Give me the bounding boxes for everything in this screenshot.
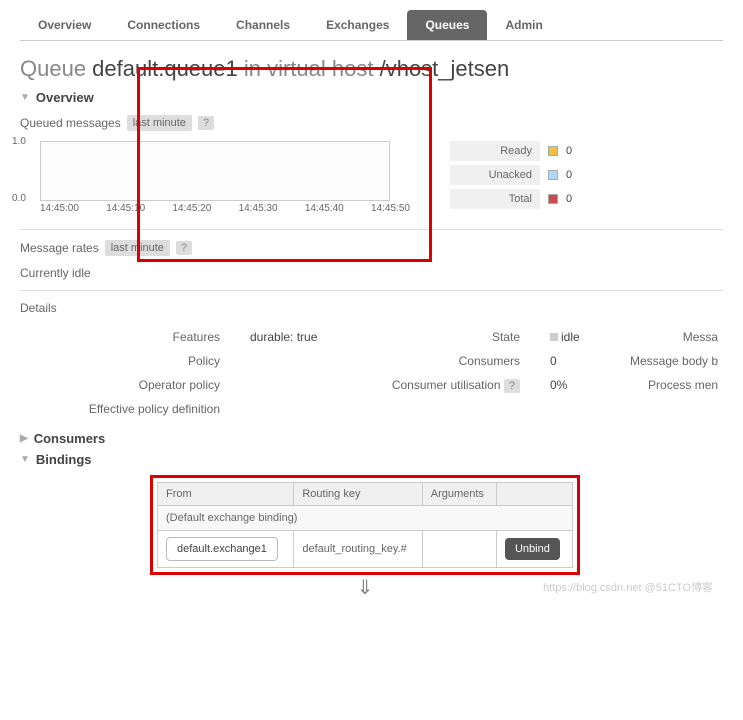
page-title: Queue default.queue1 in virtual host /vh… — [20, 56, 723, 82]
table-row: (Default exchange binding) — [158, 506, 573, 531]
tab-overview[interactable]: Overview — [20, 10, 109, 40]
chevron-down-icon: ▼ — [20, 92, 30, 103]
swatch-total — [548, 194, 558, 204]
col-routing-key: Routing key — [294, 483, 422, 506]
section-consumers[interactable]: ▶ Consumers — [20, 431, 723, 446]
col-arguments: Arguments — [422, 483, 496, 506]
tab-exchanges[interactable]: Exchanges — [308, 10, 407, 40]
unbind-button[interactable]: Unbind — [505, 538, 560, 560]
chevron-down-icon: ▼ — [20, 454, 30, 465]
help-icon[interactable]: ? — [176, 241, 192, 255]
swatch-ready — [548, 146, 558, 156]
flow-arrow-icon: ⇓ — [150, 575, 580, 600]
tab-queues[interactable]: Queues — [407, 10, 487, 40]
watermark: https://blog.csdn.net @51CTO博客 — [543, 579, 713, 595]
col-from: From — [158, 483, 294, 506]
bindings-table-wrapper: From Routing key Arguments (Default exch… — [150, 475, 580, 575]
tab-connections[interactable]: Connections — [109, 10, 218, 40]
section-overview[interactable]: ▼ Overview — [20, 90, 723, 105]
help-icon[interactable]: ? — [504, 379, 520, 393]
main-tabs: Overview Connections Channels Exchanges … — [20, 10, 723, 41]
section-bindings[interactable]: ▼ Bindings — [20, 452, 723, 467]
idle-status: Currently idle — [20, 266, 723, 280]
idle-indicator-icon — [550, 333, 558, 341]
details-table: Features Policy Operator policy Effectiv… — [20, 325, 723, 421]
queued-messages-chart: 1.0 0.0 14:45:00 14:45:10 14:45:20 14:45… — [20, 141, 410, 214]
chart-legend: Ready 0 Unacked 0 Total 0 — [450, 141, 586, 214]
queued-messages-header: Queued messages last minute ? — [20, 115, 723, 131]
details-heading: Details — [20, 301, 723, 315]
message-rates-header: Message rates last minute ? — [20, 240, 723, 256]
time-badge[interactable]: last minute — [105, 240, 170, 256]
table-row: default.exchange1 default_routing_key.# … — [158, 531, 573, 568]
time-badge[interactable]: last minute — [127, 115, 192, 131]
chevron-right-icon: ▶ — [20, 433, 28, 444]
tab-channels[interactable]: Channels — [218, 10, 308, 40]
tab-admin[interactable]: Admin — [487, 10, 560, 40]
exchange-link[interactable]: default.exchange1 — [166, 537, 278, 561]
help-icon[interactable]: ? — [198, 116, 214, 130]
swatch-unacked — [548, 170, 558, 180]
